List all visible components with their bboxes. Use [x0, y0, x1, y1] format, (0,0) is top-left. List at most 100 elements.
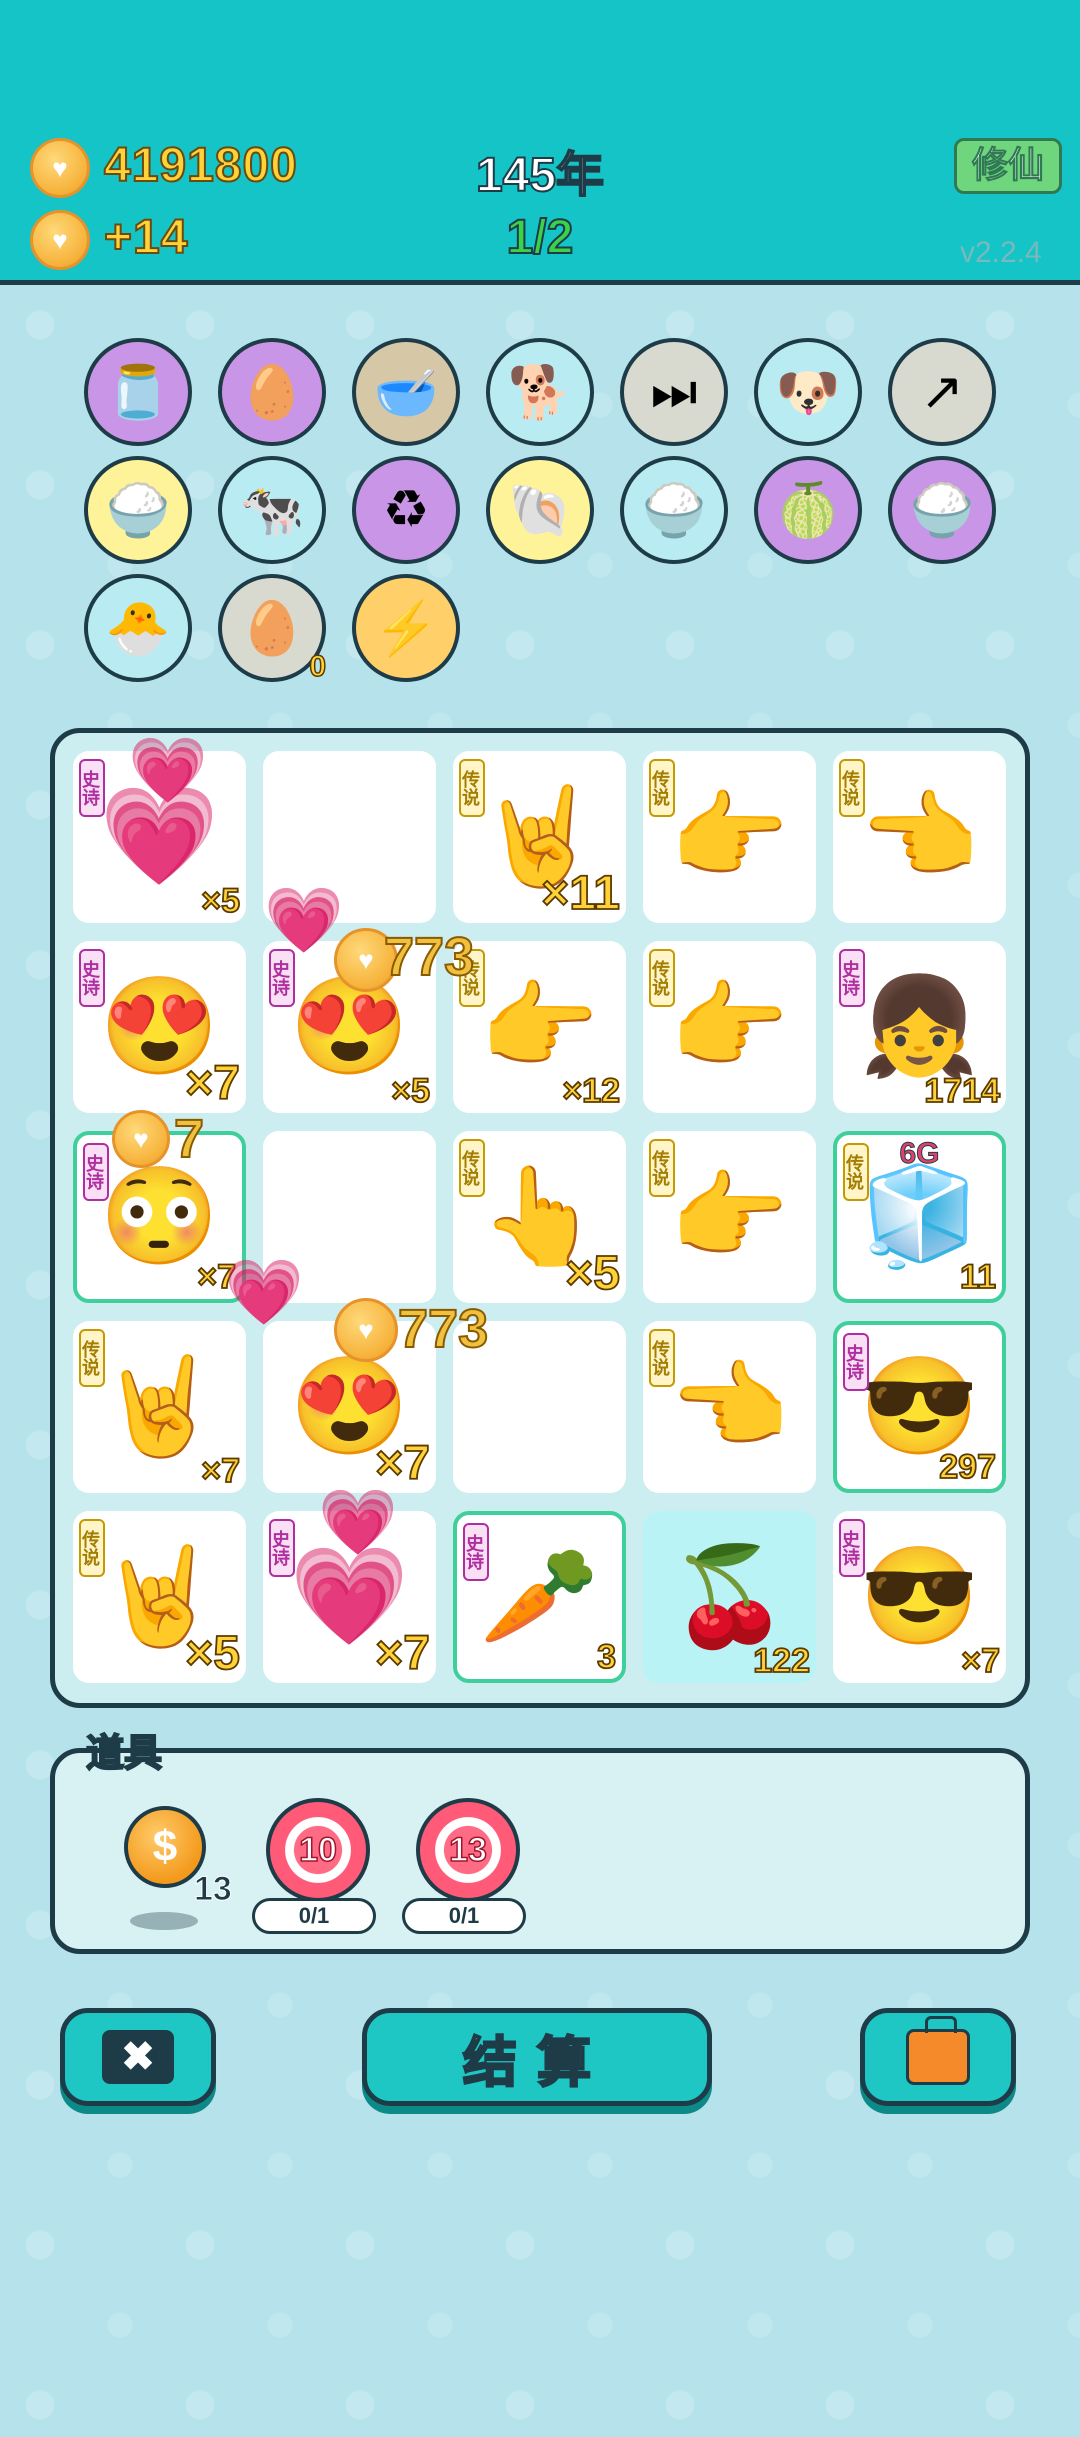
floating-heart-icon: 💗: [224, 1256, 304, 1328]
tile-braided-girl[interactable]: 👧 史诗 1714: [833, 941, 1006, 1113]
relic-glyph: 🍈: [775, 481, 841, 540]
tile-heart-eyes-man[interactable]: 😍 史诗 ×7: [73, 941, 246, 1113]
chick-egg-icon[interactable]: 🐣: [84, 574, 192, 682]
tile-multiplier: 297: [938, 1447, 997, 1487]
rarity-tag: 史诗: [83, 1143, 109, 1201]
reroll-ring-item[interactable]: 10: [266, 1798, 370, 1902]
point-hand-icon: 👈: [859, 783, 980, 890]
relic-glyph: ♻: [382, 481, 430, 539]
tile-cherries[interactable]: 🍒 122: [643, 1511, 816, 1683]
relic-glyph: 🥣: [373, 363, 439, 422]
arrow-card-icon[interactable]: ↗: [888, 338, 996, 446]
rarity-tag: 史诗: [269, 1519, 295, 1577]
relic-glyph: 🍚: [641, 481, 707, 540]
reroll-ring-item[interactable]: 13: [416, 1798, 520, 1902]
tile-multiplier: ×7: [374, 1626, 431, 1681]
tile-rock-hand[interactable]: 🤘 传说 ×7: [73, 1321, 246, 1493]
pet-food-bowl-icon[interactable]: 🥣: [352, 338, 460, 446]
relic-glyph: 🐄: [239, 481, 305, 540]
point-hand-icon: 👉: [669, 783, 790, 890]
rice-bowl-icon[interactable]: 🍚: [84, 456, 192, 564]
fridge-icon: 🧊: [859, 1163, 980, 1270]
floating-heart-icon: 💗: [264, 884, 344, 956]
item-shadow: [130, 1912, 198, 1930]
rarity-tag: 史诗: [79, 949, 105, 1007]
relic-count: 0: [309, 649, 327, 684]
floating-heart-icon: 💗: [318, 1486, 398, 1558]
relic-glyph: ⏭: [650, 362, 698, 421]
recycle-icon[interactable]: ♻: [352, 456, 460, 564]
tile-fridge[interactable]: 🧊 传说 6G 11: [833, 1131, 1006, 1303]
tile-point-hand[interactable]: 👈 传说: [833, 751, 1006, 923]
relic-glyph: 🥚: [239, 363, 305, 422]
settle-button[interactable]: 结算: [362, 2008, 712, 2106]
shell-icon[interactable]: 🐚: [486, 456, 594, 564]
tile-multiplier: ×7: [374, 1436, 431, 1491]
tile-multiplier: 3: [596, 1637, 617, 1677]
tile-multiplier: ×12: [561, 1071, 620, 1111]
carrot-icon: 🥕: [479, 1543, 600, 1650]
egg-icon[interactable]: 🥚: [218, 338, 326, 446]
tile-top-label: 6G: [899, 1137, 940, 1171]
tile-multiplier: ×5: [200, 881, 241, 921]
rarity-tag: 传说: [79, 1519, 105, 1577]
tile-carrot[interactable]: 🥕 史诗 3: [453, 1511, 626, 1683]
braided-girl-icon: 👧: [859, 973, 980, 1080]
tile-rock-hand[interactable]: 🤘 传说 ×11: [453, 751, 626, 923]
relic-glyph: ⚡: [373, 599, 439, 658]
relic-glyph: 🥚: [239, 599, 305, 658]
glowing-man-icon: 😳: [99, 1163, 220, 1270]
xiuxian-button[interactable]: 修仙: [954, 138, 1062, 194]
floating-coin-icon: ♥: [334, 1298, 398, 1362]
settle-label: 结算: [462, 2031, 611, 2094]
sunglasses-man-icon: 😎: [859, 1353, 980, 1460]
floating-coin-icon: ♥: [112, 1110, 170, 1168]
egg-carton-icon[interactable]: 🥚 0: [218, 574, 327, 684]
tile-rock-hand[interactable]: 🤘 传说 ×5: [73, 1511, 246, 1683]
tile-point-hand[interactable]: 👉 传说: [643, 751, 816, 923]
point-hand-icon: 👉: [479, 973, 600, 1080]
close-button[interactable]: ✖: [60, 2008, 216, 2106]
backpack-button[interactable]: [860, 2008, 1016, 2106]
tile-sunglasses-man[interactable]: 😎 史诗 297: [833, 1321, 1006, 1493]
top-bar: ♥ 4191800 ♥ +14 145年 1/2 修仙 v2.2.4: [0, 0, 1080, 285]
cow-twins-icon[interactable]: 🐄: [218, 456, 326, 564]
relic-glyph: 🐶: [775, 363, 841, 422]
tile-point-hand[interactable]: 👉 传说: [643, 941, 816, 1113]
close-icon: ✖: [102, 2030, 174, 2084]
floating-coin-text: 773: [397, 1298, 489, 1360]
tile-point-hand[interactable]: 👉 传说 ×12: [453, 941, 626, 1113]
coin-item-count: 13: [194, 1870, 233, 1909]
rice-bowl-icon[interactable]: 🍚: [888, 456, 996, 564]
rice-bowl-icon[interactable]: 🍚: [620, 456, 728, 564]
relic-glyph: 🍚: [105, 481, 171, 540]
lightning-icon[interactable]: ⚡: [352, 574, 460, 682]
eyepatch-fruit-icon[interactable]: 🍈: [754, 456, 862, 564]
tile-multiplier: ×5: [390, 1071, 431, 1111]
tile-point-hand[interactable]: 👆 传说 ×5: [453, 1131, 626, 1303]
game-board: 💗 史诗 ×5 🤘 传说 ×11 👉 传说 👈 传说 😍 史诗 ×7 😍 史诗 ×5 👉 传说 ×12 👉 传说 👧 史诗 1…: [50, 728, 1030, 1708]
floating-coin-text: 7: [173, 1108, 205, 1170]
coin-icon: ♥: [30, 138, 90, 198]
tile-point-hand[interactable]: 👉 传说: [643, 1131, 816, 1303]
floating-coin-text: 773: [383, 926, 475, 988]
tile-multiplier: ×5: [184, 1626, 241, 1681]
rarity-tag: 传说: [79, 1329, 105, 1387]
skip-icon[interactable]: ⏭: [620, 338, 728, 446]
rarity-tag: 传说: [649, 1329, 675, 1387]
tile-point-hand[interactable]: 👈 传说: [643, 1321, 816, 1493]
rock-hand-icon: 🤘: [99, 1353, 220, 1460]
husky-dog-icon[interactable]: 🐕: [486, 338, 594, 446]
briefcase-icon: [906, 2016, 970, 2085]
rarity-tag: 传说: [649, 759, 675, 817]
tile-sunglasses-man[interactable]: 😎 史诗 ×7: [833, 1511, 1006, 1683]
tile-multiplier: 1714: [923, 1071, 1000, 1111]
cherries-icon: 🍒: [669, 1543, 790, 1650]
cool-dog-icon[interactable]: 🐶: [754, 338, 862, 446]
coin-total: 4191800: [103, 138, 298, 193]
point-hand-icon: 👉: [669, 973, 790, 1080]
rarity-tag: 史诗: [843, 1333, 869, 1391]
coin-income: +14: [103, 210, 189, 265]
jar-icon[interactable]: 🫙: [84, 338, 192, 446]
tile-multiplier: ×11: [540, 866, 621, 921]
